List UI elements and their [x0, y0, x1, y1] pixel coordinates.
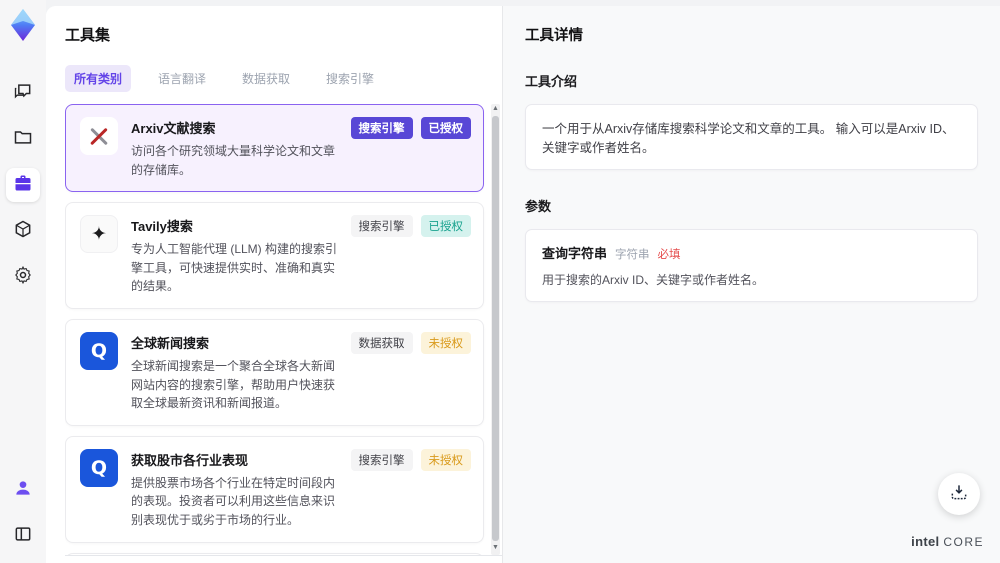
tool-detail-panel: 工具详情 工具介绍 一个用于从Arxiv存储库搜索科学论文和文章的工具。 输入可…	[502, 6, 1000, 563]
status-badge: 已授权	[420, 215, 471, 238]
tool-card-arxiv[interactable]: Arxiv文献搜索 访问各个研究领域大量科学论文和文章的存储库。 搜索引擎 已授…	[65, 104, 484, 193]
arxiv-logo-icon	[80, 117, 118, 155]
user-avatar-icon	[13, 478, 33, 503]
tool-description: 全球新闻搜索是一个聚合全球各大新闻网站内容的搜索引擎，帮助用户快速获取全球最新资…	[131, 358, 336, 411]
download-icon	[949, 482, 969, 507]
intro-heading: 工具介绍	[525, 74, 578, 89]
sidebar-item-files[interactable]	[6, 122, 40, 156]
news-search-icon: Q	[80, 331, 118, 370]
page-title: 工具集	[65, 27, 111, 44]
sidebar-collapse-button[interactable]	[6, 519, 40, 553]
tool-description: 专为人工智能代理 (LLM) 构建的搜索引擎工具，可快速提供实时、准确和真实的结…	[131, 242, 338, 294]
sidebar-item-tools[interactable]	[6, 168, 40, 202]
sidebar-item-chat[interactable]	[6, 76, 40, 110]
tool-card-sector-performance[interactable]: Q 获取股市各行业表现 提供股票市场各个行业在特定时间段内的表现。投资者可以利用…	[65, 435, 484, 543]
detail-title: 工具详情	[525, 28, 583, 44]
gear-icon	[13, 265, 33, 290]
main-content: 工具集 所有类别 语言翻译 数据获取 搜索引擎 Arxiv文献搜索 访问各个研究…	[46, 6, 1000, 563]
category-tabs: 所有类别 语言翻译 数据获取 搜索引擎	[65, 65, 502, 92]
app-sidebar	[0, 0, 46, 563]
param-type: 字符串	[615, 249, 650, 261]
tool-card-active-stocks[interactable]: Q 获取市场最活跃股票信息 提供当天交易量最高的股票列表，投资者可以利用这些信息…	[65, 552, 484, 555]
tool-name: Tavily搜索	[131, 219, 193, 235]
status-badge: 已授权	[420, 117, 471, 139]
scrollbar-thumb[interactable]	[492, 116, 499, 541]
sidebar-item-profile[interactable]	[6, 473, 40, 507]
download-button[interactable]	[938, 473, 980, 515]
category-badge: 搜索引擎	[350, 215, 413, 238]
tools-panel: 工具集 所有类别 语言翻译 数据获取 搜索引擎 Arxiv文献搜索 访问各个研究…	[46, 6, 502, 563]
status-badge: 未授权	[420, 331, 471, 354]
tool-name: 全球新闻搜索	[131, 335, 210, 351]
tab-search-engine[interactable]: 搜索引擎	[317, 65, 383, 92]
panel-layout-icon	[13, 524, 33, 549]
sidebar-item-settings[interactable]	[6, 260, 40, 294]
param-name: 查询字符串	[542, 246, 608, 261]
tool-name: 获取股市各行业表现	[131, 452, 249, 468]
sidebar-item-models[interactable]	[6, 214, 40, 248]
category-badge: 数据获取	[350, 331, 413, 354]
scroll-up-icon[interactable]: ▲	[491, 104, 500, 114]
scroll-down-icon[interactable]: ▼	[491, 543, 500, 553]
category-badge: 搜索引擎	[350, 448, 413, 471]
tab-translation[interactable]: 语言翻译	[149, 65, 215, 92]
status-badge: 未授权	[420, 448, 471, 471]
news-search-icon: Q	[80, 448, 118, 487]
folder-icon	[13, 127, 33, 152]
toolbox-icon	[13, 173, 33, 198]
tool-name: Arxiv文献搜索	[131, 121, 216, 136]
param-required-flag: 必填	[657, 249, 681, 261]
tool-card-tavily[interactable]: ✦ Tavily搜索 专为人工智能代理 (LLM) 构建的搜索引擎工具，可快速提…	[65, 202, 484, 309]
tavily-star-icon: ✦	[80, 215, 118, 254]
category-badge: 搜索引擎	[350, 117, 413, 139]
tool-card-global-news[interactable]: Q 全球新闻搜索 全球新闻搜索是一个聚合全球各大新闻网站内容的搜索引擎，帮助用户…	[65, 318, 484, 426]
intel-core-logo: intel core	[911, 534, 984, 549]
tool-description: 提供股票市场各个行业在特定时间段内的表现。投资者可以利用这些信息来识别表现优于或…	[131, 475, 336, 527]
tab-all-categories[interactable]: 所有类别	[65, 65, 132, 92]
params-heading: 参数	[525, 199, 552, 214]
tab-data-fetch[interactable]: 数据获取	[233, 65, 299, 92]
param-description: 用于搜索的Arxiv ID、关键字或作者姓名。	[542, 273, 765, 287]
tool-description: 访问各个研究领域大量科学论文和文章的存储库。	[131, 144, 336, 177]
chat-icon	[13, 81, 33, 106]
app-logo-icon	[8, 8, 38, 42]
param-box: 查询字符串 字符串 必填 用于搜索的Arxiv ID、关键字或作者姓名。	[525, 229, 978, 302]
tool-list: Arxiv文献搜索 访问各个研究领域大量科学论文和文章的存储库。 搜索引擎 已授…	[65, 104, 502, 556]
intro-text: 一个用于从Arxiv存储库搜索科学论文和文章的工具。 输入可以是Arxiv ID…	[542, 122, 955, 155]
intro-box: 一个用于从Arxiv存储库搜索科学论文和文章的工具。 输入可以是Arxiv ID…	[525, 104, 978, 170]
tool-list-scrollbar[interactable]: ▲ ▼	[491, 104, 500, 555]
cube-icon	[13, 219, 33, 244]
